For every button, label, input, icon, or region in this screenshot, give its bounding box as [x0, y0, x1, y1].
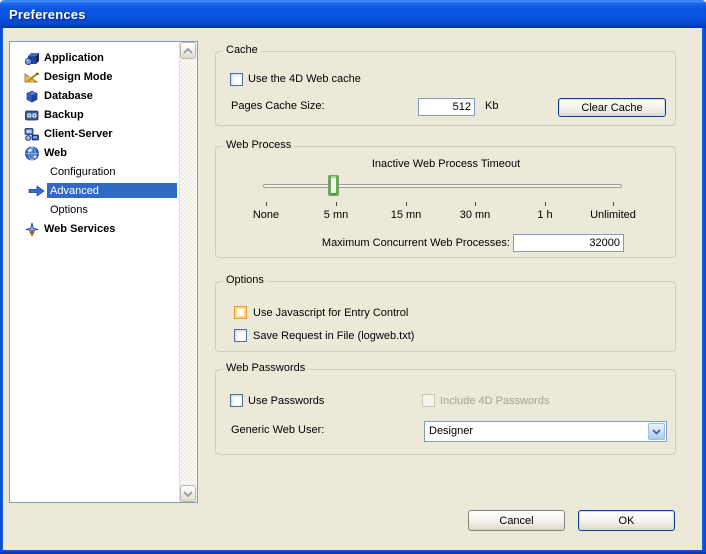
web-process-group: Web Process Inactive Web Process Timeout…: [215, 146, 676, 258]
max-concurrent-label: Maximum Concurrent Web Processes:: [320, 237, 510, 249]
sidebar-item-client-server[interactable]: Client-Server: [12, 125, 177, 142]
sidebar-item-web[interactable]: Web: [12, 144, 177, 161]
application-icon: [24, 50, 40, 66]
max-concurrent-input[interactable]: [513, 234, 624, 252]
web-passwords-group: Web Passwords Use Passwords Include 4D P…: [215, 369, 676, 455]
timeout-slider-track[interactable]: [263, 184, 622, 188]
sidebar-item-configuration[interactable]: Configuration: [12, 163, 177, 180]
web-passwords-group-title: Web Passwords: [223, 362, 308, 374]
sidebar-item-database[interactable]: Database: [12, 87, 177, 104]
use-passwords-checkbox[interactable]: [230, 394, 243, 407]
scrollbar-up-button[interactable]: [180, 42, 196, 59]
sidebar-item-web-services[interactable]: Web Services: [12, 220, 177, 237]
cache-group: Cache Use the 4D Web cache Pages Cache S…: [215, 51, 676, 126]
window-border-bottom: [0, 550, 706, 554]
slider-tick: [475, 202, 476, 206]
scrollbar-down-button[interactable]: [180, 485, 196, 502]
pages-cache-size-label: Pages Cache Size:: [231, 100, 325, 112]
web-icon: [24, 145, 40, 161]
selected-arrow-icon: [28, 183, 45, 199]
slider-tick: [336, 202, 337, 206]
cancel-button[interactable]: Cancel: [468, 510, 565, 531]
sidebar-item-advanced[interactable]: Advanced: [12, 182, 177, 199]
sidebar-item-label-selected: Advanced: [47, 183, 177, 198]
sidebar-item-design-mode[interactable]: Design Mode: [12, 68, 177, 85]
slider-tick-label-1h: 1 h: [510, 209, 580, 221]
use-javascript-label: Use Javascript for Entry Control: [253, 307, 408, 319]
tree-scrollbar[interactable]: [179, 42, 197, 502]
slider-tick-label-5mn: 5 mn: [301, 209, 371, 221]
timeout-slider-thumb[interactable]: [328, 175, 339, 196]
options-group-title: Options: [223, 274, 267, 286]
slider-tick-label-15mn: 15 mn: [371, 209, 441, 221]
use-javascript-checkbox[interactable]: [234, 306, 247, 319]
sidebar-item-label: Database: [44, 90, 93, 102]
slider-tick: [545, 202, 546, 206]
include-4d-passwords-label: Include 4D Passwords: [440, 395, 549, 407]
include-4d-passwords-checkbox: [422, 394, 435, 407]
window-title: Preferences: [0, 7, 86, 22]
preferences-dialog: Preferences Application Design Mode Data…: [0, 0, 706, 554]
database-icon: [24, 88, 40, 104]
pages-cache-size-input[interactable]: [418, 98, 475, 116]
backup-icon: [24, 107, 40, 123]
ok-button[interactable]: OK: [578, 510, 675, 531]
clear-cache-button[interactable]: Clear Cache: [558, 98, 666, 117]
cache-group-title: Cache: [223, 44, 261, 56]
sidebar-item-backup[interactable]: Backup: [12, 106, 177, 123]
use-passwords-label: Use Passwords: [248, 395, 324, 407]
timeout-slider-title: Inactive Web Process Timeout: [266, 158, 626, 170]
slider-tick: [613, 202, 614, 206]
web-services-icon: [24, 221, 40, 237]
options-group: Options Use Javascript for Entry Control…: [215, 281, 676, 352]
use-4d-web-cache-checkbox[interactable]: [230, 73, 243, 86]
window-border-right: [702, 28, 706, 554]
slider-tick-label-unlimited: Unlimited: [578, 209, 648, 221]
slider-tick: [266, 202, 267, 206]
slider-tick: [406, 202, 407, 206]
sidebar-item-label: Application: [44, 52, 104, 64]
save-request-checkbox[interactable]: [234, 329, 247, 342]
design-mode-icon: [24, 69, 40, 85]
use-4d-web-cache-label: Use the 4D Web cache: [248, 73, 361, 85]
sidebar-item-label: Options: [50, 204, 88, 216]
title-bar[interactable]: Preferences: [0, 0, 706, 28]
pages-cache-size-unit: Kb: [485, 100, 498, 112]
sidebar-item-application[interactable]: Application: [12, 49, 177, 66]
client-server-icon: [24, 126, 40, 142]
generic-web-user-label: Generic Web User:: [231, 424, 324, 436]
sidebar-item-options[interactable]: Options: [12, 201, 177, 218]
preferences-tree: Application Design Mode Database Backup …: [9, 41, 198, 503]
sidebar-item-label: Web Services: [44, 223, 115, 235]
sidebar-item-label: Web: [44, 147, 67, 159]
sidebar-item-label: Backup: [44, 109, 84, 121]
save-request-label: Save Request in File (logweb.txt): [253, 330, 414, 342]
slider-tick-label-none: None: [231, 209, 301, 221]
slider-tick-label-30mn: 30 mn: [440, 209, 510, 221]
sidebar-item-label: Client-Server: [44, 128, 112, 140]
sidebar-item-label: Design Mode: [44, 71, 112, 83]
generic-web-user-select[interactable]: Designer: [424, 421, 667, 442]
chevron-down-icon[interactable]: [648, 423, 665, 440]
sidebar-item-label: Configuration: [50, 166, 115, 178]
window-border-left: [0, 28, 3, 554]
generic-web-user-value: Designer: [429, 425, 473, 437]
web-process-group-title: Web Process: [223, 139, 294, 151]
